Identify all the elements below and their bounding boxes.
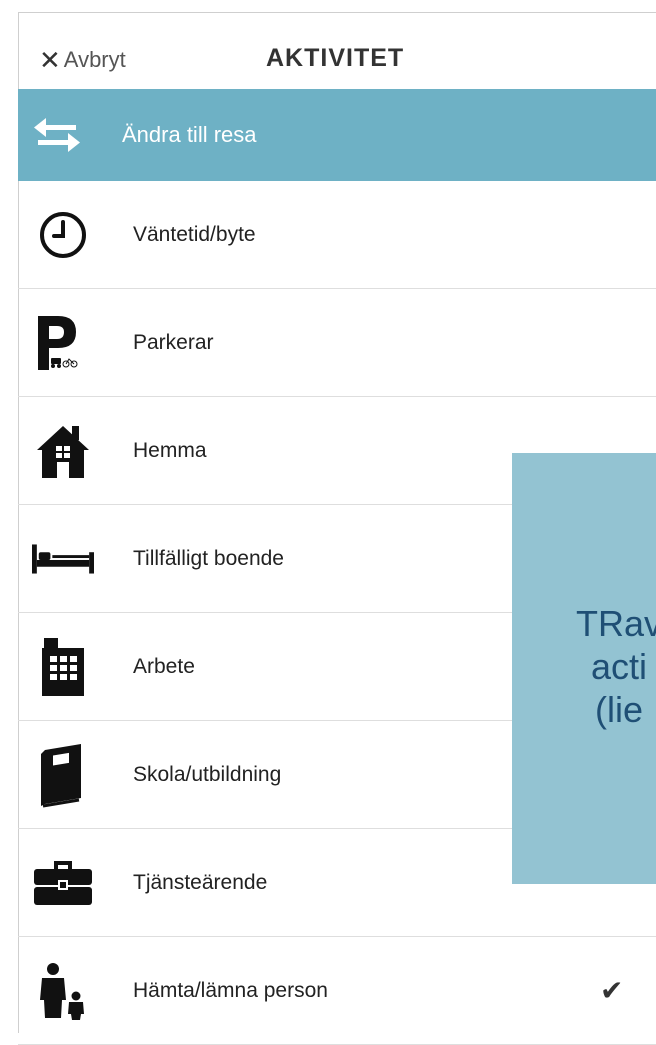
list-item-label: Tillfälligt boende	[133, 546, 284, 570]
list-item-label: Tjänsteärende	[133, 870, 268, 894]
header-bar: ✕ Avbryt AKTIVITET	[19, 13, 656, 100]
cancel-button[interactable]: ✕ Avbryt	[39, 43, 126, 77]
cancel-label: Avbryt	[63, 47, 126, 72]
list-item-label: Arbete	[133, 654, 195, 678]
overlay-text: TRav acti (lie	[512, 602, 656, 731]
swap-arrows-icon	[34, 118, 80, 152]
close-icon: ✕	[39, 45, 61, 75]
list-item-label: Hämta/lämna person	[133, 978, 328, 1002]
change-to-trip-label: Ändra till resa	[122, 122, 257, 147]
list-item-vantetid[interactable]: Väntetid/byte	[18, 181, 656, 289]
page-title: AKTIVITET	[266, 44, 405, 72]
briefcase-icon	[34, 860, 92, 905]
bed-icon	[32, 543, 94, 574]
list-item-label: Hemma	[133, 438, 207, 462]
overlay-line: TRav	[575, 603, 656, 644]
overlay-text-box: TRav acti (lie	[512, 453, 656, 884]
parking-icon	[38, 315, 78, 370]
list-item-label: Väntetid/byte	[133, 222, 256, 246]
list-item-hamta-lamna[interactable]: Hämta/lämna person ✔	[18, 937, 656, 1045]
list-item-label: Parkerar	[133, 330, 214, 354]
checkmark-icon: ✔	[600, 975, 624, 1006]
list-item-label: Skola/utbildning	[133, 762, 282, 786]
clock-icon	[40, 211, 86, 258]
book-icon	[41, 743, 81, 807]
overlay-line: (lie	[594, 689, 643, 730]
adult-child-icon	[40, 962, 84, 1020]
change-to-trip-button[interactable]: Ändra till resa	[18, 89, 656, 181]
overlay-line: acti	[590, 646, 648, 687]
house-icon	[37, 425, 89, 478]
office-building-icon	[42, 637, 84, 696]
list-item-parkerar[interactable]: Parkerar	[18, 289, 656, 397]
